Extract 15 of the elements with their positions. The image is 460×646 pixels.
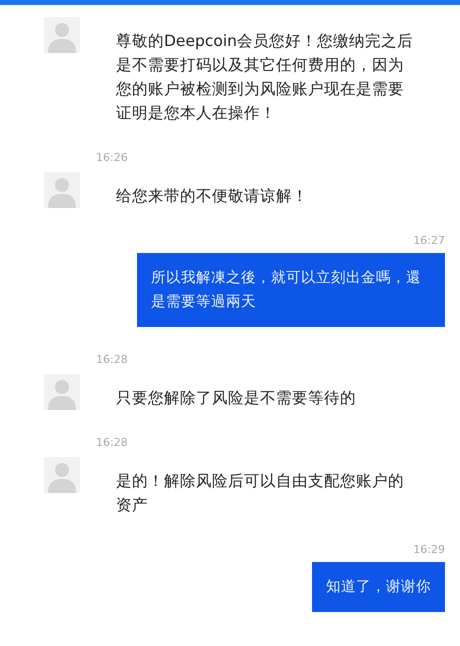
avatar-icon: [44, 172, 80, 208]
timestamp: 16:28: [96, 353, 129, 366]
timestamp: 16:27: [413, 234, 445, 247]
received-message: 是的！解除风险后可以自由支配您账户的资产: [116, 471, 405, 516]
avatar-icon: [44, 374, 80, 410]
received-message: 只要您解除了风险是不需要等待的: [116, 388, 357, 409]
timestamp: 16:28: [96, 436, 129, 449]
received-message: 给您来带的不便敬请谅解！: [116, 186, 309, 207]
sent-message-bubble: 知道了，谢谢你: [312, 562, 445, 612]
avatar-icon: [44, 17, 80, 53]
received-message: 尊敬的Deepcoin会员您好！您缴纳完之后是不需要打码以及其它任何费用的，因为您的账户被检测到为风险账户现在是需要证明是您本人在操作！: [116, 31, 414, 124]
sent-message-bubble: 所以我解凍之後，就可以立刻出金嗎，還是需要等過兩天: [137, 253, 445, 327]
timestamp: 16:26: [96, 151, 129, 164]
timestamp: 16:29: [413, 543, 445, 556]
avatar-icon: [44, 457, 80, 493]
